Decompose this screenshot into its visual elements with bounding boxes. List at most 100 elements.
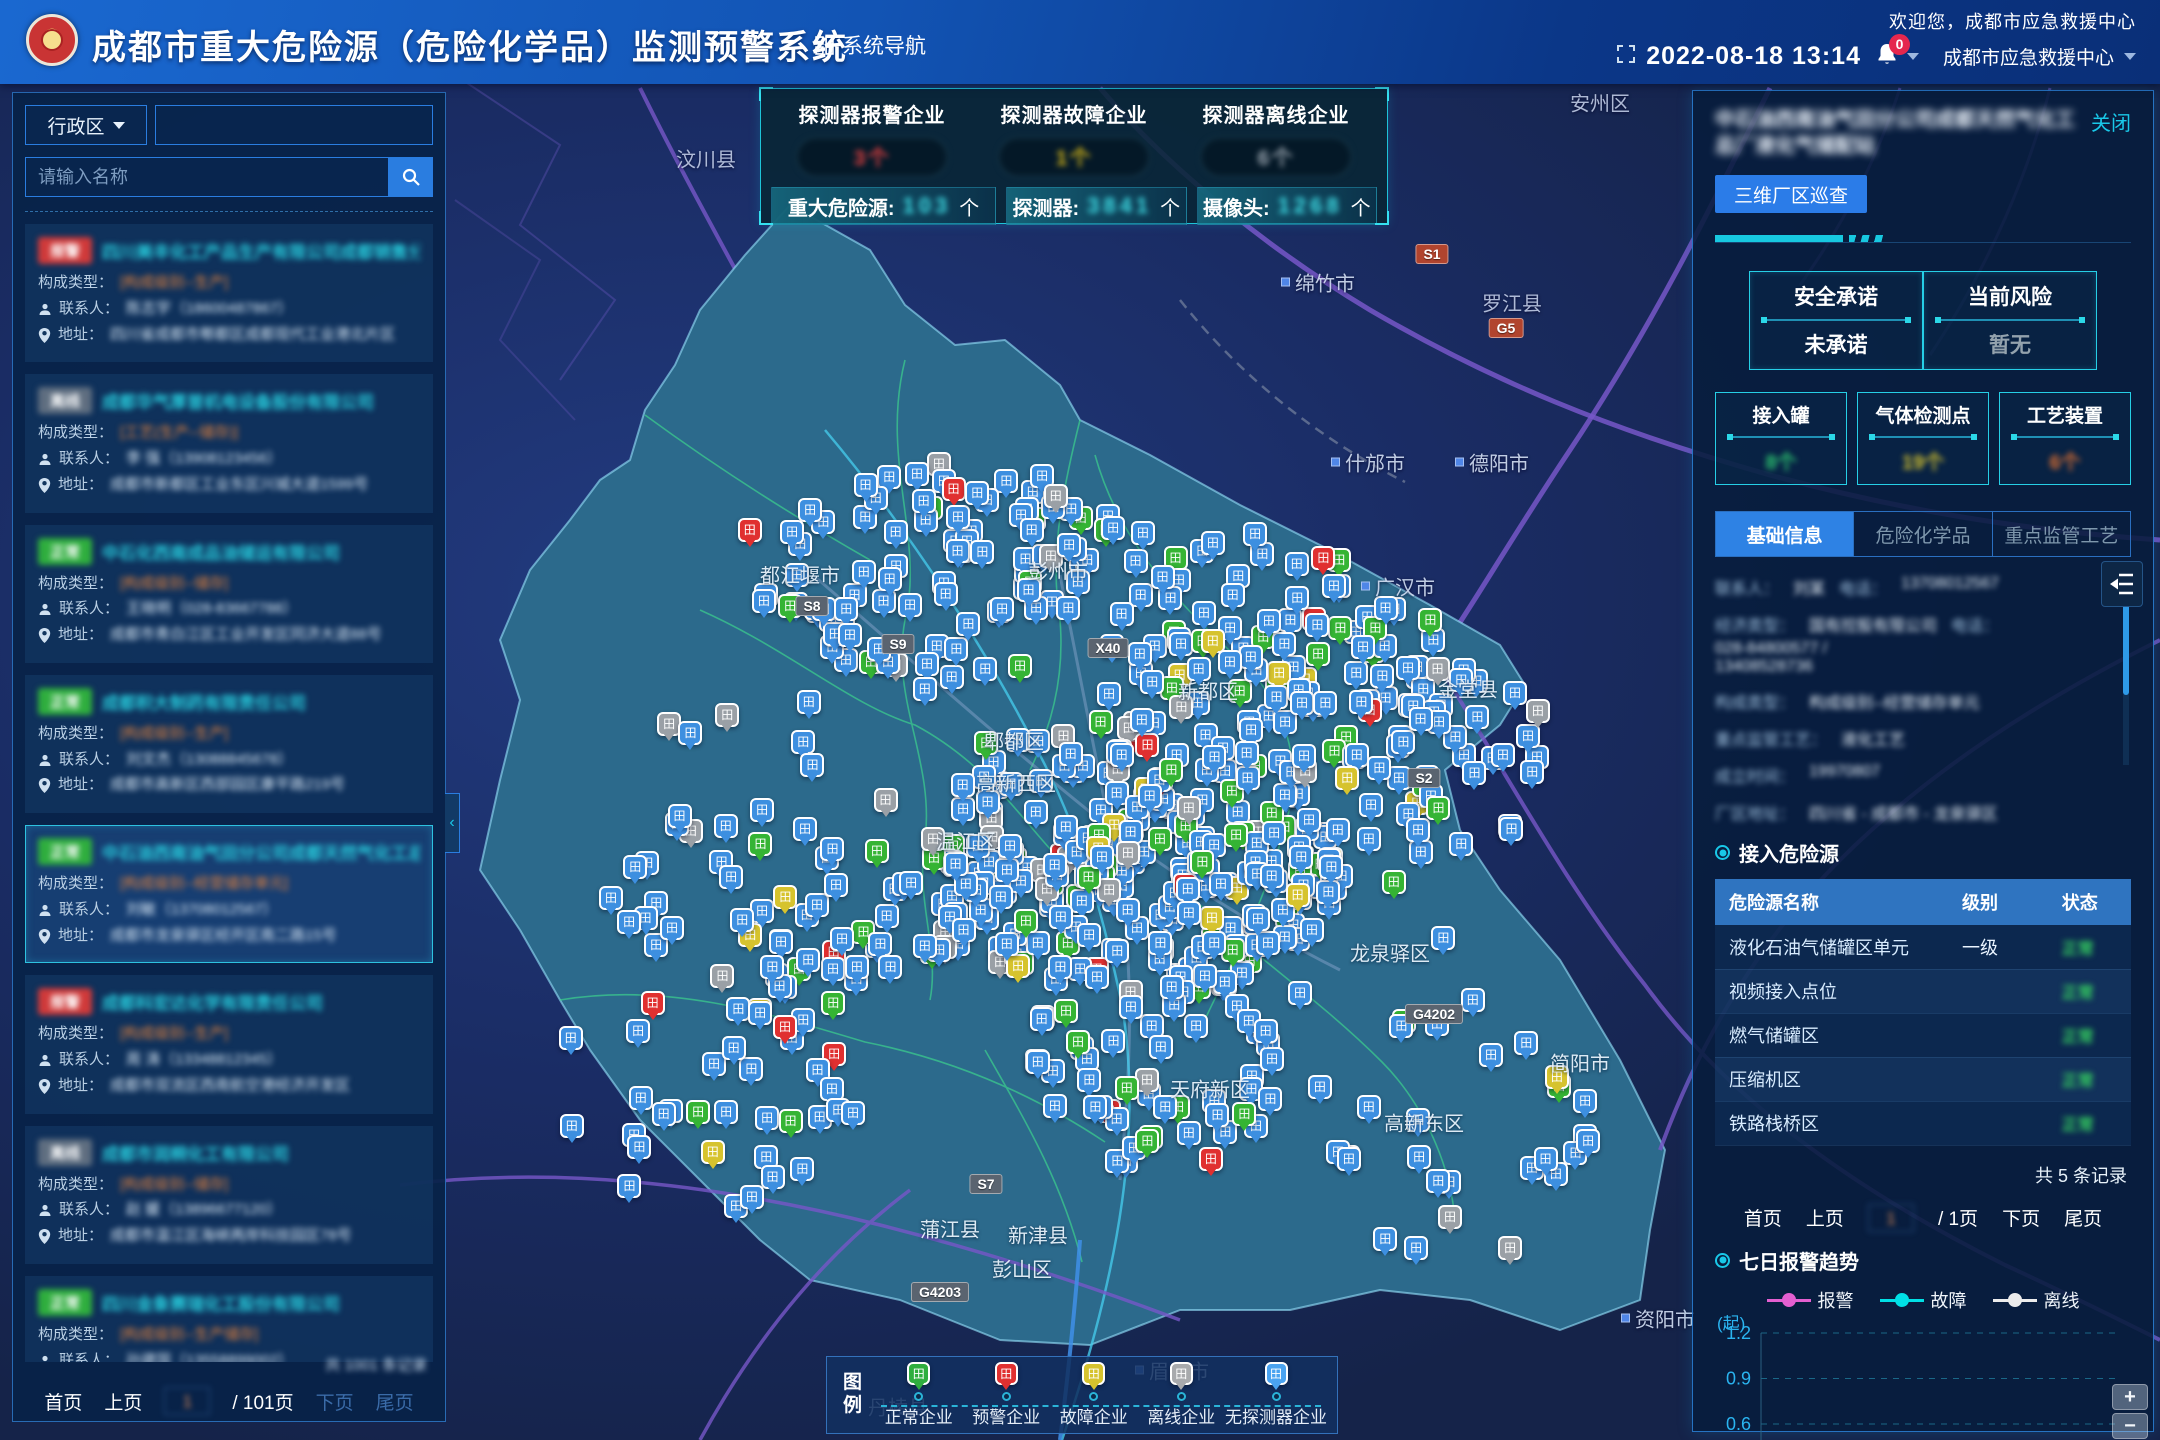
- map-pin[interactable]: 田: [1426, 657, 1450, 681]
- map-pin[interactable]: 田: [1461, 988, 1485, 1012]
- map-pin[interactable]: 田: [1359, 793, 1383, 817]
- table-row[interactable]: 燃气储罐区正常: [1715, 1013, 2131, 1057]
- map-pin[interactable]: 田: [1202, 931, 1226, 955]
- map-pin[interactable]: 田: [1043, 853, 1067, 877]
- map-pin[interactable]: 田: [1044, 484, 1068, 508]
- map-pin[interactable]: 田: [1131, 521, 1155, 545]
- map-pin[interactable]: 田: [617, 1174, 641, 1198]
- map-pin[interactable]: 田: [1201, 531, 1225, 555]
- company-list-item[interactable]: 离线 成都市润桐化工有限公司 构成类型： [构成级别--储存] 联系人： 赵 媛…: [25, 1126, 433, 1264]
- map-pin[interactable]: 田: [1048, 955, 1072, 979]
- map-pin[interactable]: 田: [874, 788, 898, 812]
- map-pin[interactable]: 田: [913, 677, 937, 701]
- map-pin[interactable]: 田: [617, 910, 641, 934]
- map-pin[interactable]: 田: [952, 918, 976, 942]
- map-pin[interactable]: 田: [1407, 1145, 1431, 1169]
- chart-legend-item[interactable]: 离线: [1993, 1287, 2080, 1313]
- map-pin[interactable]: 田: [884, 520, 908, 544]
- map-pin[interactable]: 田: [627, 1135, 651, 1159]
- map-pin[interactable]: 田: [686, 1100, 710, 1124]
- map-pin[interactable]: 田: [1128, 642, 1152, 666]
- user-menu[interactable]: 成都市应急救援中心: [1943, 43, 2114, 70]
- map-pin[interactable]: 田: [1308, 1075, 1332, 1099]
- map-pin[interactable]: 田: [780, 520, 804, 544]
- map-pin[interactable]: 田: [1119, 995, 1143, 1019]
- map-pin[interactable]: 田: [1116, 898, 1140, 922]
- company-list-item[interactable]: 正常 成都积大制药有限责任公司 构成类型： [构成级别--生产] 联系人： 刘文…: [25, 675, 433, 813]
- map-pin[interactable]: 田: [726, 997, 750, 1021]
- map-pin[interactable]: 田: [1177, 901, 1201, 925]
- map-pin[interactable]: 田: [748, 1001, 772, 1025]
- map-pin[interactable]: 田: [1101, 1029, 1125, 1053]
- map-pin[interactable]: 田: [1129, 583, 1153, 607]
- company-list-item[interactable]: 报警 成都科宏达化学有限责任公司 构成类型： [构成级别--生产] 联系人： 周…: [25, 975, 433, 1113]
- map-pin[interactable]: 田: [1090, 845, 1114, 869]
- next-page-button[interactable]: 下页: [2002, 1204, 2040, 1231]
- zoom-in-button[interactable]: +: [2112, 1384, 2148, 1410]
- map-pin[interactable]: 田: [1006, 728, 1030, 752]
- map-pin[interactable]: 田: [1177, 796, 1201, 820]
- map-pin[interactable]: 田: [1110, 743, 1134, 767]
- district-value-input[interactable]: [155, 105, 433, 145]
- map-pin[interactable]: 田: [1257, 609, 1281, 633]
- map-pin[interactable]: 田: [1262, 821, 1286, 845]
- map-pin[interactable]: 田: [1100, 634, 1124, 658]
- map-pin[interactable]: 田: [1289, 845, 1313, 869]
- map-pin[interactable]: 田: [1465, 705, 1489, 729]
- map-pin[interactable]: 田: [990, 597, 1014, 621]
- company-list-item[interactable]: 正常 中石油西南油气田分公司成都天然气化工总厂 构成类型： [构成级别--经营储…: [25, 825, 433, 963]
- map-pin[interactable]: 田: [1313, 691, 1337, 715]
- company-list-item[interactable]: 报警 四川美丰化工产品生产有限公司成都销售分公司 构成类型： [构成级别--生产…: [25, 224, 433, 362]
- map-pin[interactable]: 田: [1140, 670, 1164, 694]
- map-pin[interactable]: 田: [841, 1101, 865, 1125]
- map-pin[interactable]: 田: [779, 1109, 803, 1133]
- map-pin[interactable]: 田: [821, 991, 845, 1015]
- map-pin[interactable]: 田: [867, 637, 891, 661]
- map-pin[interactable]: 田: [915, 652, 939, 676]
- map-pin[interactable]: 田: [998, 834, 1022, 858]
- map-pin[interactable]: 田: [1292, 744, 1316, 768]
- map-pin[interactable]: 田: [719, 865, 743, 889]
- map-pin[interactable]: 田: [965, 481, 989, 505]
- zoom-out-button[interactable]: −: [2112, 1413, 2148, 1439]
- map-pin[interactable]: 田: [905, 462, 929, 486]
- map-pin[interactable]: 田: [678, 721, 702, 745]
- map-pin[interactable]: 田: [1209, 872, 1233, 896]
- last-page-button[interactable]: 尾页: [376, 1388, 414, 1415]
- map-pin[interactable]: 田: [1311, 546, 1335, 570]
- map-pin[interactable]: 田: [1328, 616, 1352, 640]
- map-pin[interactable]: 田: [1184, 1014, 1208, 1038]
- map-pin[interactable]: 田: [999, 772, 1023, 796]
- map-pin[interactable]: 田: [1097, 682, 1121, 706]
- company-list-item[interactable]: 正常 四川金象赛瑞化工股份有限公司 构成类型： [构成级别--生产储存] 联系人…: [25, 1276, 433, 1362]
- map-pin[interactable]: 田: [1335, 766, 1359, 790]
- map-pin[interactable]: 田: [1115, 1076, 1139, 1100]
- map-pin[interactable]: 田: [1014, 909, 1038, 933]
- map-pin[interactable]: 田: [797, 690, 821, 714]
- map-pin[interactable]: 田: [1138, 784, 1162, 808]
- company-list-item[interactable]: 离线 成都华气厚普机电设备股份有限公司 构成类型： [工艺(生产--储存)] 联…: [25, 374, 433, 512]
- map-pin[interactable]: 田: [1264, 685, 1288, 709]
- map-pin[interactable]: 田: [1077, 923, 1101, 947]
- system-nav-button[interactable]: 系统导航: [815, 30, 926, 60]
- map-pin[interactable]: 田: [1105, 939, 1129, 963]
- map-pin[interactable]: 田: [1418, 608, 1442, 632]
- search-button[interactable]: [389, 157, 433, 197]
- tab-2[interactable]: 重点监管工艺: [1993, 512, 2130, 556]
- map-pin[interactable]: 田: [852, 560, 876, 584]
- map-pin[interactable]: 田: [1573, 1089, 1597, 1113]
- map-pin[interactable]: 田: [1374, 596, 1398, 620]
- map-pin[interactable]: 田: [1029, 769, 1053, 793]
- map-pin[interactable]: 田: [1534, 1147, 1558, 1171]
- chart-legend-item[interactable]: 报警: [1767, 1287, 1854, 1313]
- tab-0[interactable]: 基础信息: [1716, 512, 1854, 556]
- map-pin[interactable]: 田: [1438, 1205, 1462, 1229]
- last-page-button[interactable]: 尾页: [2064, 1204, 2102, 1231]
- map-pin[interactable]: 田: [1449, 832, 1473, 856]
- first-page-button[interactable]: 首页: [1744, 1204, 1782, 1231]
- map-pin[interactable]: 田: [1116, 841, 1140, 865]
- map-pin[interactable]: 田: [1148, 931, 1172, 955]
- map-pin[interactable]: 田: [1239, 645, 1263, 669]
- map-pin[interactable]: 田: [1030, 1007, 1054, 1031]
- map-pin[interactable]: 田: [1357, 827, 1381, 851]
